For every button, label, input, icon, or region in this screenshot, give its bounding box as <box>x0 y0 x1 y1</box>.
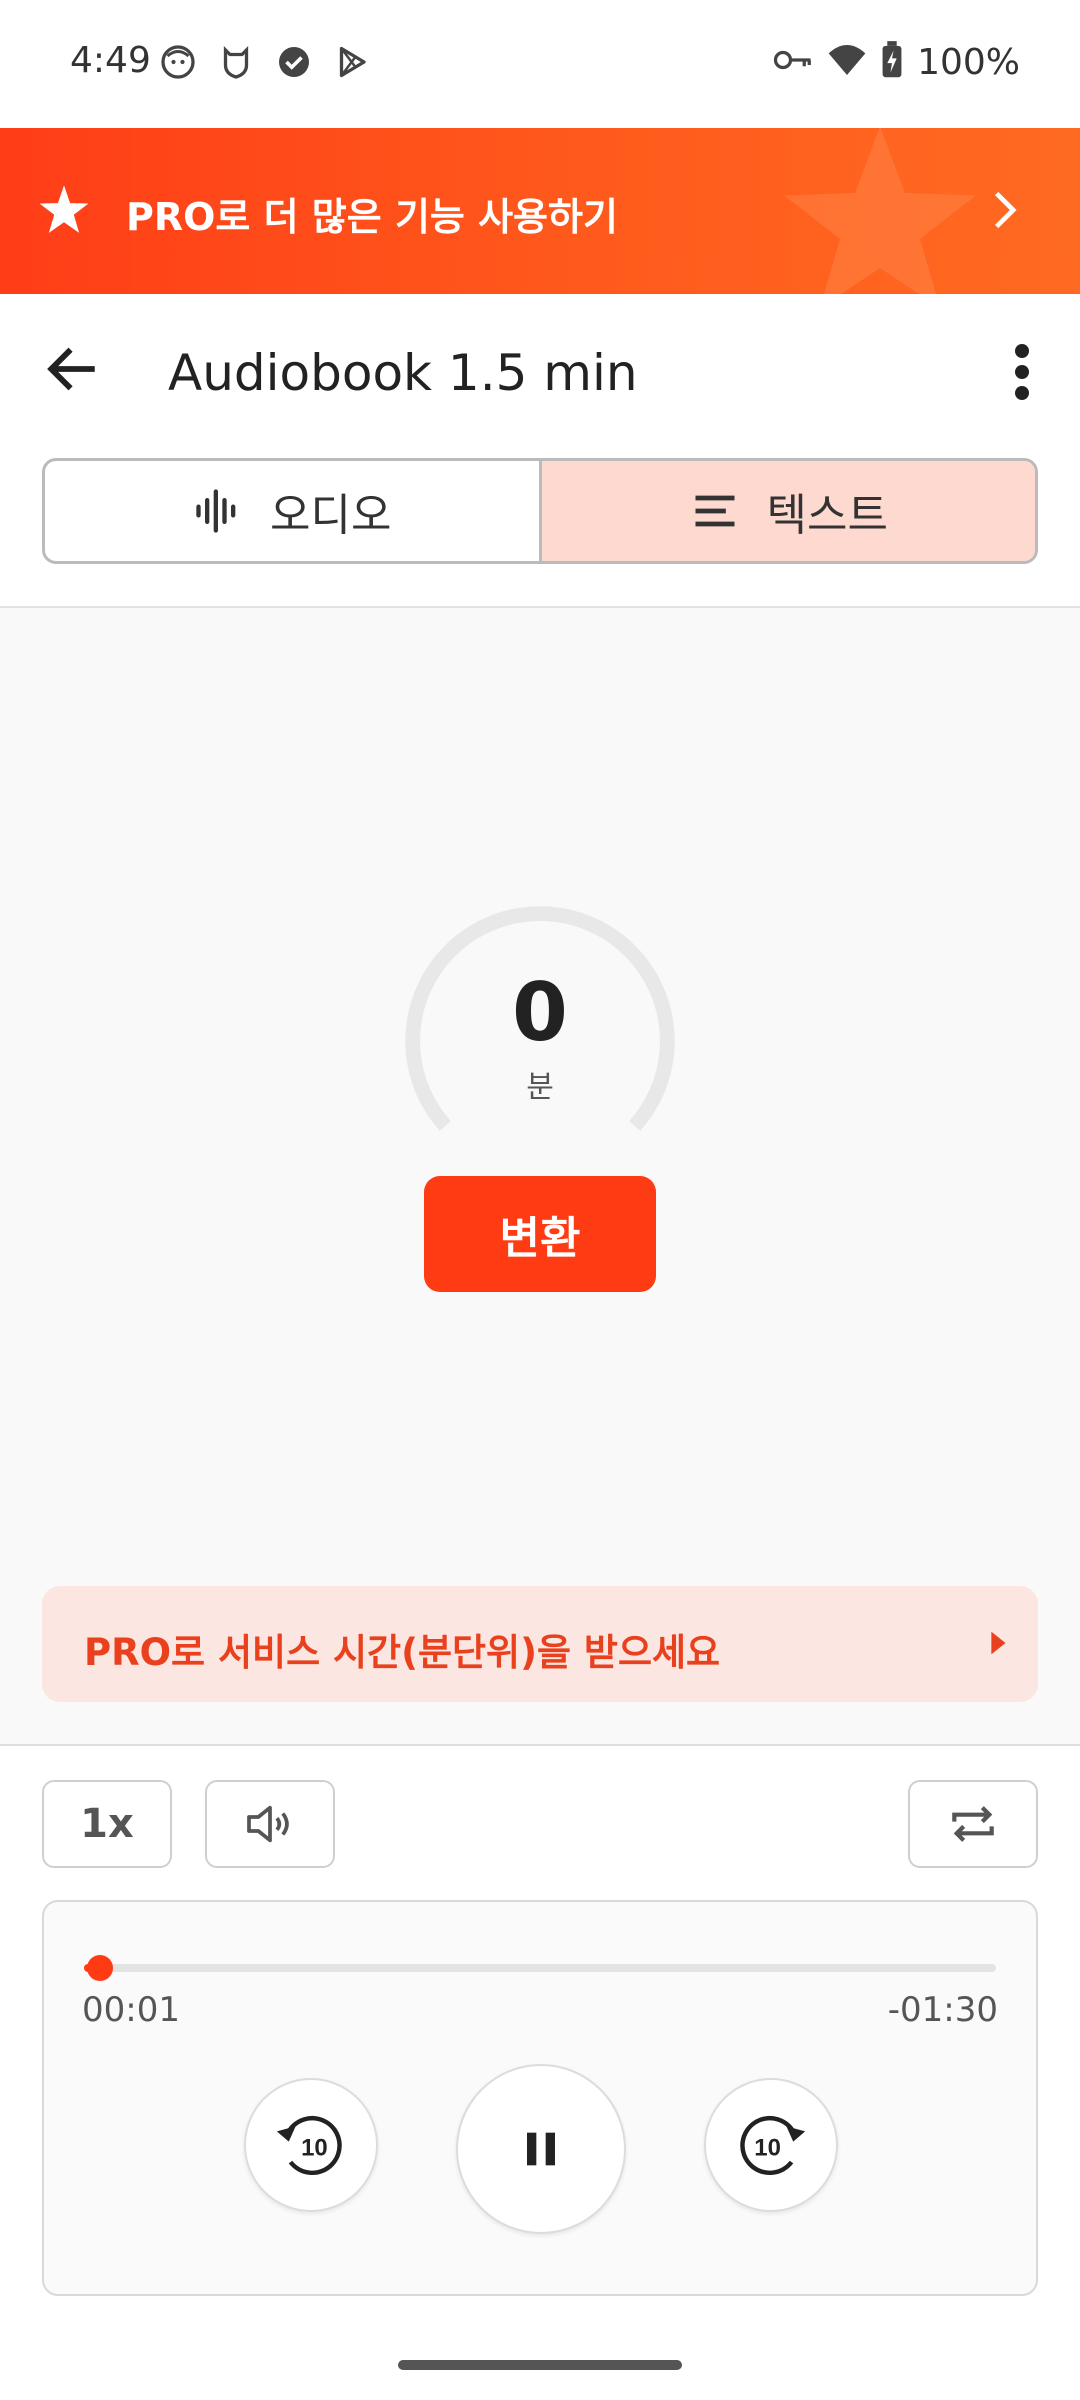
tab-audio[interactable]: 오디오 <box>45 461 539 561</box>
battery-percent: 100% <box>917 41 1020 83</box>
volume-button[interactable] <box>205 1780 335 1868</box>
seek-bar-thumb[interactable] <box>86 1955 113 1981</box>
transcription-area: 0 분 변환 PRO로 서비스 시간(분단위)을 받으세요 <box>0 608 1080 1744</box>
playback-speed-button[interactable]: 1x <box>42 1780 172 1868</box>
divider <box>0 1744 1080 1746</box>
arrow-back-icon[interactable] <box>44 340 102 398</box>
triangle-right-icon <box>991 1631 1006 1655</box>
pause-icon <box>527 2132 555 2166</box>
convert-button[interactable]: 변환 <box>424 1176 656 1292</box>
face-icon <box>160 44 196 80</box>
top-app-bar: Audiobook 1.5 min <box>0 294 1080 454</box>
view-mode-tabs: 오디오 텍스트 <box>42 458 1038 564</box>
minutes-unit: 분 <box>526 1070 554 1105</box>
tab-text-label: 텍스트 <box>766 490 888 541</box>
repeat-button[interactable] <box>908 1780 1038 1868</box>
badge-check-icon <box>276 44 312 80</box>
rewind-label: 10 <box>301 2134 328 2161</box>
page-title: Audiobook 1.5 min <box>168 344 638 402</box>
seek-bar[interactable] <box>84 1955 996 1981</box>
pro-promo-banner[interactable]: PRO로 더 많은 기능 사용하기 <box>0 128 1080 294</box>
forward-10-icon: 10 <box>740 2115 806 2176</box>
play-store-icon <box>334 44 370 80</box>
star-icon <box>39 185 89 233</box>
chevron-right-icon <box>994 191 1017 229</box>
remaining-time: -01:30 <box>887 1990 998 2030</box>
repeat-icon <box>952 1806 994 1842</box>
audio-player: 00:01 -01:30 10 10 <box>42 1900 1038 2296</box>
tab-audio-label: 오디오 <box>270 490 392 541</box>
text-lines-icon <box>695 495 735 527</box>
rewind-10-icon: 10 <box>276 2115 342 2176</box>
pause-button[interactable] <box>456 2064 626 2234</box>
pro-service-banner[interactable]: PRO로 서비스 시간(분단위)을 받으세요 <box>42 1586 1038 1702</box>
shield-cat-icon <box>218 44 254 80</box>
home-indicator[interactable] <box>398 2360 682 2370</box>
status-bar: 4:49 100% <box>0 0 1080 128</box>
more-vert-icon[interactable] <box>1010 344 1034 400</box>
promo-text: PRO로 더 많은 기능 사용하기 <box>126 195 618 239</box>
status-notification-icons <box>160 44 370 80</box>
pro-service-text: PRO로 서비스 시간(분단위)을 받으세요 <box>84 1631 721 1674</box>
status-system-icons: 100% <box>773 40 1020 84</box>
volume-icon <box>247 1805 289 1843</box>
waveform-icon <box>196 489 236 533</box>
key-icon <box>773 47 813 77</box>
current-time: 00:01 <box>82 1990 180 2030</box>
rewind-10-button[interactable]: 10 <box>244 2078 378 2212</box>
decorative-star-icon <box>784 128 976 294</box>
battery-charging-icon <box>881 41 903 83</box>
forward-label: 10 <box>754 2134 781 2161</box>
tab-text[interactable]: 텍스트 <box>538 461 1035 561</box>
minutes-value: 0 <box>512 966 568 1059</box>
status-time: 4:49 <box>70 40 151 81</box>
forward-10-button[interactable]: 10 <box>704 2078 838 2212</box>
wifi-icon <box>827 40 867 84</box>
